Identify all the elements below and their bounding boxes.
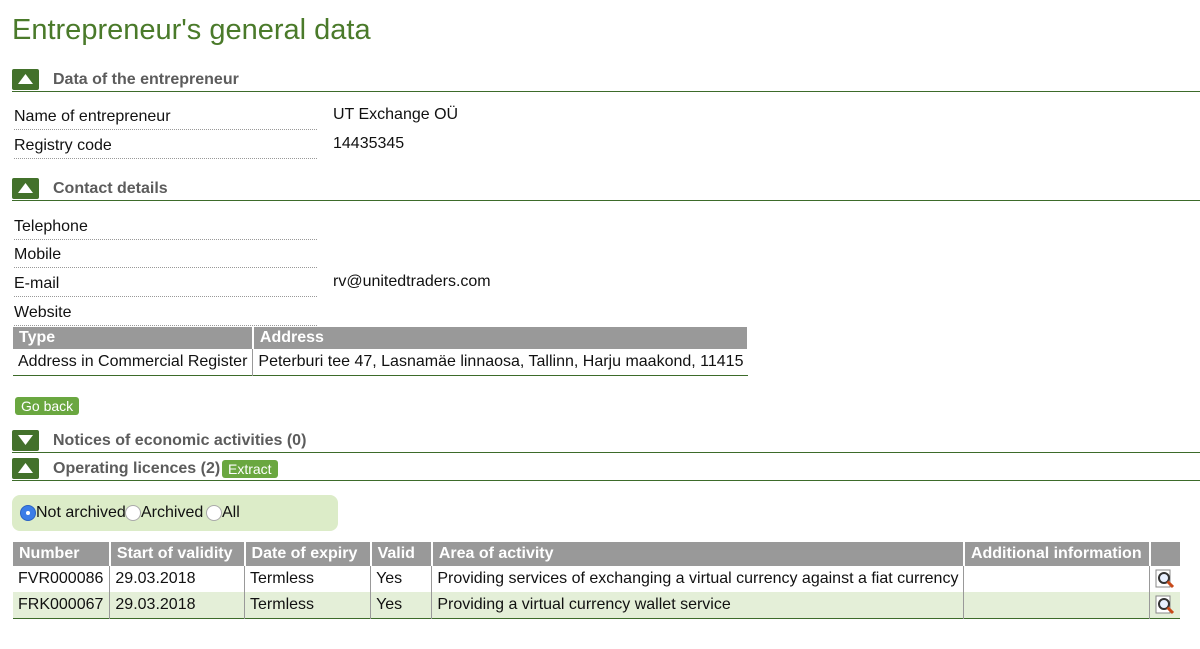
column-header-type: Type <box>13 327 254 349</box>
email-row: E-mail <box>14 268 317 297</box>
section-notices: Notices of economic activities (0) <box>12 430 1200 453</box>
expiry-cell: Termless <box>244 592 372 619</box>
collapse-toggle[interactable] <box>12 178 39 199</box>
triangle-up-icon <box>18 463 33 473</box>
licence-number-cell: FVR000086 <box>13 566 111 592</box>
website-row: Website <box>14 297 317 326</box>
radio-button[interactable] <box>125 505 141 521</box>
radio-label: Not archived <box>36 504 126 521</box>
column-header-expiry: Date of expiry <box>244 542 372 566</box>
start-validity-cell: 29.03.2018 <box>109 592 246 619</box>
column-header-actions <box>1149 542 1180 566</box>
registry-code-value: 14435345 <box>333 135 405 152</box>
triangle-up-icon <box>18 74 33 84</box>
field-label: Name of entrepreneur <box>14 108 171 125</box>
registry-code-row: Registry code <box>14 130 317 159</box>
start-validity-cell: 29.03.2018 <box>109 566 246 592</box>
address-type-cell: Address in Commercial Register <box>13 349 254 376</box>
column-header-area: Area of activity <box>431 542 965 566</box>
radio-button[interactable] <box>206 505 222 521</box>
mobile-row: Mobile <box>14 239 317 268</box>
name-of-entrepreneur-row: Name of entrepreneur <box>14 101 317 130</box>
table-row: FVR000086 29.03.2018 Termless Yes Provid… <box>13 566 1180 592</box>
column-header-address: Address <box>252 327 750 349</box>
field-label: Registry code <box>14 137 112 154</box>
extract-button[interactable]: Extract <box>222 460 278 478</box>
area-cell: Providing services of exchanging a virtu… <box>431 566 965 592</box>
valid-cell: Yes <box>370 592 433 619</box>
section-title: Data of the entrepreneur <box>53 71 239 88</box>
field-label: Website <box>14 304 72 321</box>
radio-not-archived[interactable]: Not archived <box>20 504 126 522</box>
section-contact: Contact details <box>12 178 1200 201</box>
section-licences: Operating licences (2) Extract <box>12 458 1200 481</box>
section-title: Contact details <box>53 180 168 197</box>
radio-button-selected[interactable] <box>20 505 36 521</box>
details-cell <box>1149 592 1180 619</box>
go-back-button[interactable]: Go back <box>15 397 80 415</box>
magnifier-icon[interactable] <box>1155 569 1175 589</box>
telephone-row: Telephone <box>14 211 317 240</box>
licences-table: Number Start of validity Date of expiry … <box>13 542 1180 619</box>
area-cell: Providing a virtual currency wallet serv… <box>431 592 965 619</box>
table-row: FRK000067 29.03.2018 Termless Yes Provid… <box>13 592 1180 619</box>
column-header-number: Number <box>13 542 111 566</box>
collapse-toggle[interactable] <box>12 458 39 479</box>
table-header-row: Type Address <box>13 327 750 349</box>
address-table: Type Address Address in Commercial Regis… <box>13 327 750 376</box>
field-label: Telephone <box>14 218 88 235</box>
entrepreneur-name-value: UT Exchange OÜ <box>333 106 459 123</box>
column-header-additional: Additional information <box>963 542 1151 566</box>
details-cell <box>1150 566 1181 592</box>
column-header-valid: Valid <box>370 542 433 566</box>
additional-info-cell <box>963 566 1150 592</box>
radio-archived[interactable]: Archived <box>125 504 203 522</box>
section-title: Notices of economic activities (0) <box>53 432 307 449</box>
field-label: E-mail <box>14 275 60 292</box>
triangle-down-icon <box>18 435 33 445</box>
radio-label: Archived <box>141 504 204 521</box>
section-title: Operating licences (2) <box>53 460 221 477</box>
magnifier-icon[interactable] <box>1155 595 1175 615</box>
email-value: rv@unitedtraders.com <box>333 273 491 290</box>
section-entrepreneur: Data of the entrepreneur <box>12 69 1200 92</box>
expiry-cell: Termless <box>244 566 372 592</box>
archive-filter: Not archived Archived All <box>12 495 338 531</box>
additional-info-cell <box>963 592 1150 619</box>
field-label: Mobile <box>14 246 62 263</box>
radio-label: All <box>222 504 240 521</box>
valid-cell: Yes <box>370 566 433 592</box>
collapse-toggle[interactable] <box>12 69 39 90</box>
page-title: Entrepreneur's general data <box>12 14 371 46</box>
triangle-up-icon <box>18 183 33 193</box>
radio-all[interactable]: All <box>206 504 240 522</box>
column-header-start: Start of validity <box>109 542 246 566</box>
expand-toggle[interactable] <box>12 430 39 451</box>
table-header-row: Number Start of validity Date of expiry … <box>13 542 1180 566</box>
address-cell: Peterburi tee 47, Lasnamäe linnaosa, Tal… <box>258 353 744 370</box>
licence-number-cell: FRK000067 <box>13 592 111 619</box>
table-row: Address in Commercial Register Peterburi… <box>13 349 748 376</box>
